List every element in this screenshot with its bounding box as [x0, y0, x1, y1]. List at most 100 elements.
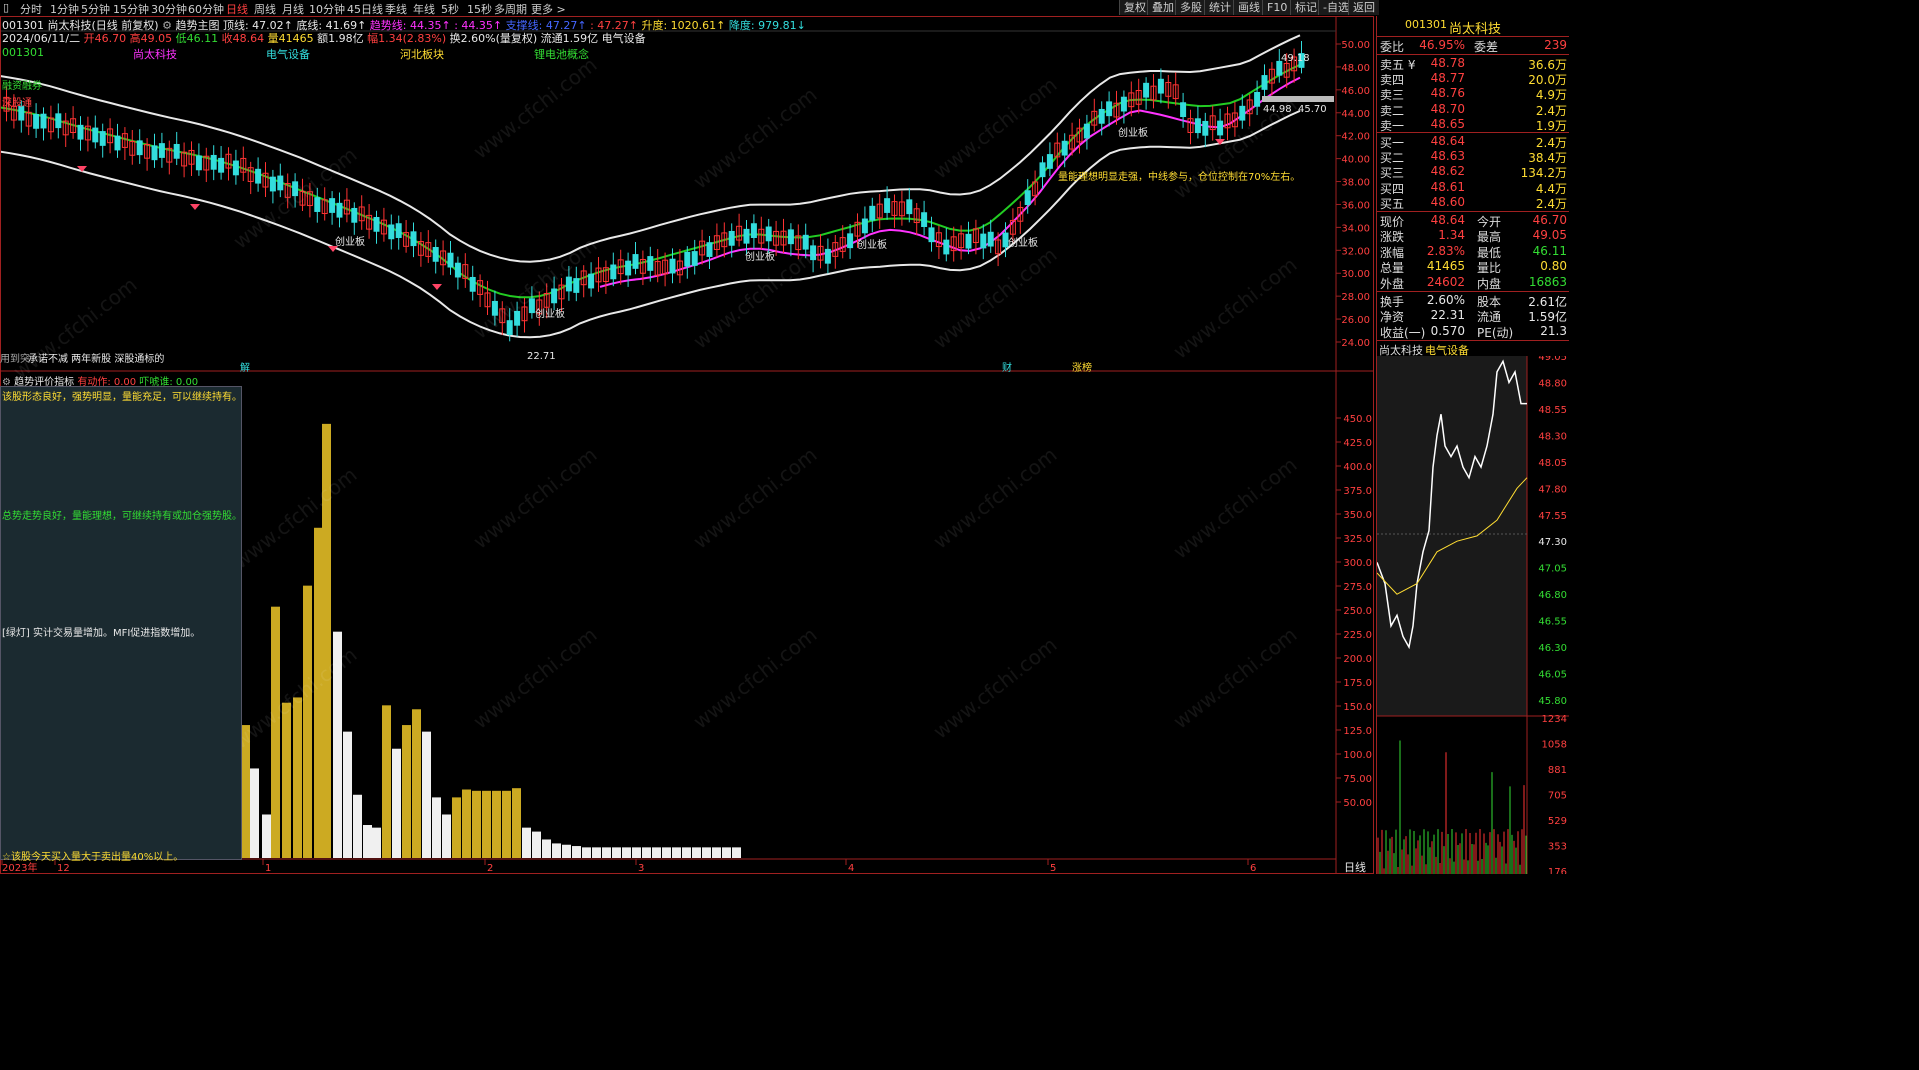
- stat-row-value2: 16863: [1528, 274, 1567, 289]
- stat-row-value2: 46.70: [1532, 213, 1567, 227]
- concept-tag-region[interactable]: 河北板块: [400, 46, 444, 62]
- stat-row: 涨幅 2.83% 最低 46.11: [1377, 244, 1569, 260]
- bar-change: 幅1.34(2.83%): [367, 32, 447, 45]
- tab-30min[interactable]: 30分钟: [151, 1, 187, 17]
- candle-body: [410, 231, 417, 247]
- trend-score-bar: [293, 697, 302, 858]
- tab-45day[interactable]: 45日线: [347, 1, 383, 17]
- event-marker-ranking[interactable]: 涨榜: [1072, 359, 1092, 374]
- trend-score-bar: [412, 709, 421, 858]
- candle-body: [632, 254, 639, 269]
- trend-score-bar: [482, 790, 491, 858]
- f10-button[interactable]: F10: [1262, 0, 1292, 15]
- bid-row: 买四 48.61 4.4万: [1377, 180, 1569, 196]
- quote-panel: 001301 尚太科技 委比 46.95% 委差 239 尚太科技 电气设备 4…: [1376, 16, 1569, 874]
- candle-body: [136, 140, 143, 156]
- ask-row-value: 48.76: [1430, 86, 1465, 101]
- candle-body: [314, 197, 321, 212]
- tab-quarterly[interactable]: 季线: [385, 1, 407, 17]
- bar-volume: 量41465: [267, 32, 314, 45]
- candle-body: [647, 256, 654, 271]
- divider: [1377, 54, 1569, 55]
- statistics-button[interactable]: 统计: [1204, 0, 1235, 15]
- overlay-button[interactable]: 叠加: [1147, 0, 1178, 15]
- chinext-label: 创业板: [745, 252, 775, 263]
- event-marker-unlock[interactable]: 解: [240, 359, 250, 374]
- stat2-row-value: 2.60%: [1426, 293, 1465, 307]
- tab-1min[interactable]: 1分钟: [50, 1, 79, 17]
- price-tick-label: 30.00: [1341, 269, 1370, 280]
- ask-row: 卖五 ¥48.78 36.6万: [1377, 56, 1569, 72]
- candle-body: [195, 155, 202, 171]
- period-label[interactable]: 日线: [1344, 859, 1366, 875]
- date-tick-label: 3: [638, 863, 644, 874]
- sub-tick-label: 275.0: [1343, 582, 1372, 593]
- tab-15sec[interactable]: 15秒: [467, 1, 492, 17]
- price-tick-label: 36.00: [1341, 200, 1370, 211]
- candle-body: [1106, 101, 1113, 117]
- tab-10min[interactable]: 10分钟: [309, 1, 345, 17]
- ask-row-value: 48.65: [1430, 116, 1465, 131]
- trend-score-bar: [672, 847, 681, 858]
- trend-score-bar: [532, 831, 541, 858]
- candle-body: [728, 230, 735, 246]
- concept-tag-concept[interactable]: 锂电池概念: [534, 46, 589, 62]
- tab-15min[interactable]: 15分钟: [113, 1, 149, 17]
- stat-row-label: 外盘: [1380, 276, 1405, 291]
- price-marker-2: 45.70: [1298, 104, 1327, 115]
- tab-5sec[interactable]: 5秒: [441, 1, 459, 17]
- restore-rights-button[interactable]: 复权: [1119, 0, 1150, 15]
- intraday-axis-label: 47.30: [1538, 537, 1567, 548]
- event-marker-finance[interactable]: 财: [1002, 359, 1012, 374]
- trend-score-bar: [452, 797, 461, 858]
- tab-fenshi[interactable]: 分时: [20, 1, 42, 17]
- ask-row: 卖一 48.65 1.9万: [1377, 116, 1569, 133]
- period-toolbar: ▯ 分时 1分钟 5分钟 15分钟 30分钟 60分钟 日线 周线 月线 10分…: [0, 0, 1568, 16]
- intraday-chart[interactable]: 49.05 48.80 48.55 48.30 48.05 47.80 47.55 47.30…: [1377, 356, 1569, 874]
- tab-yearly[interactable]: 年线: [413, 1, 435, 17]
- intraday-axis-label: 46.30: [1538, 643, 1567, 654]
- tab-list-icon[interactable]: ▯: [3, 1, 9, 14]
- candle-body: [158, 143, 165, 158]
- candle-body: [373, 216, 380, 232]
- tab-daily[interactable]: 日线: [226, 1, 248, 17]
- tab-60min[interactable]: 60分钟: [188, 1, 224, 17]
- ask-row-value: 48.78: [1430, 56, 1465, 70]
- concept-tag-code[interactable]: 001301: [2, 46, 44, 59]
- intraday-vol-label: 881: [1548, 765, 1567, 776]
- bar-low: 低46.11: [175, 32, 219, 45]
- trend-score-bar: [652, 847, 661, 858]
- trend-score-bar: [662, 847, 671, 858]
- draw-line-button[interactable]: 画线: [1233, 0, 1264, 15]
- mark-button[interactable]: 标记: [1290, 0, 1321, 15]
- low-price-marker: 22.71: [527, 351, 556, 362]
- chinext-label: 创业板: [857, 240, 887, 251]
- multi-stock-button[interactable]: 多股: [1175, 0, 1206, 15]
- sub-tick-label: 425.0: [1343, 438, 1372, 449]
- current-price-bar: [1262, 96, 1334, 102]
- tab-weekly[interactable]: 周线: [254, 1, 276, 17]
- tab-5min[interactable]: 5分钟: [81, 1, 110, 17]
- trend-score-bar: [512, 788, 521, 858]
- candle-body: [395, 223, 402, 238]
- price-tick-label: 48.00: [1341, 63, 1370, 74]
- date-tick-label: 2: [487, 863, 493, 874]
- intraday-axis-label: 46.55: [1538, 617, 1567, 628]
- ask-row-value2: 1.9万: [1535, 118, 1567, 133]
- tab-multi-period[interactable]: 多周期: [494, 1, 527, 17]
- back-button[interactable]: 返回: [1348, 0, 1379, 15]
- candle-body: [40, 113, 47, 129]
- indicator-text-1: 该股形态良好，强势明显，量能充足，可以继续持有。: [2, 392, 242, 403]
- concept-tag-name[interactable]: 尚太科技: [133, 46, 177, 62]
- tab-monthly[interactable]: 月线: [282, 1, 304, 17]
- divider: [1377, 36, 1569, 37]
- concept-tag-sector[interactable]: 电气设备: [266, 46, 310, 62]
- candle-body: [565, 276, 572, 292]
- news-line[interactable]: 承诺不减 两年新股 深股通标的: [28, 350, 164, 365]
- stat2-row-value2: 21.3: [1540, 323, 1567, 338]
- candle-body: [1157, 78, 1164, 94]
- trend-score-bar: [353, 794, 362, 858]
- tab-more[interactable]: 更多 >: [531, 1, 566, 17]
- price-tick-label: 38.00: [1341, 178, 1370, 189]
- price-tick-label: 28.00: [1341, 292, 1370, 303]
